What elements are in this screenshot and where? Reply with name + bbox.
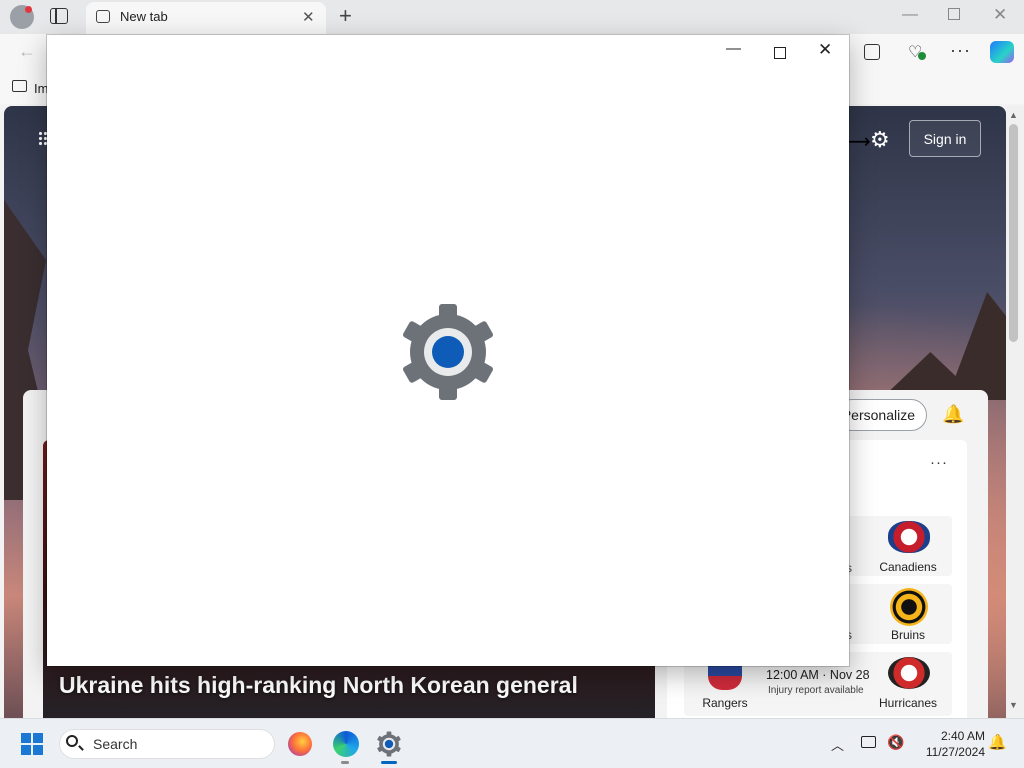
team-name: Hurricanes <box>878 696 938 710</box>
settings-minimize-button[interactable]: — <box>726 40 741 57</box>
team-name: Rangers <box>702 696 748 710</box>
team-name: Bruins <box>890 628 925 642</box>
settings-close-button[interactable]: ✕ <box>818 40 832 60</box>
volume-muted-icon[interactable]: 🔇 <box>887 734 904 751</box>
scroll-down-arrow-icon[interactable]: ▼ <box>1009 700 1018 710</box>
tab-close-icon[interactable]: ✕ <box>302 8 315 26</box>
notification-center-icon[interactable]: 🔔 <box>988 733 1007 751</box>
firefox-icon[interactable] <box>288 732 312 756</box>
profile-avatar[interactable] <box>10 5 34 29</box>
favorites-folder-icon[interactable] <box>12 80 27 92</box>
settings-gear-icon <box>403 304 493 400</box>
active-app-indicator <box>381 761 397 764</box>
show-hidden-icons-chevron-icon[interactable]: ︿ <box>831 735 844 754</box>
taskbar-search-box[interactable] <box>59 729 275 759</box>
settings-and-more-button[interactable]: ··· <box>950 40 971 61</box>
edge-icon[interactable] <box>333 731 359 757</box>
sign-in-button[interactable]: Sign in <box>909 120 981 157</box>
search-placeholder: Search <box>93 736 138 752</box>
rangers-logo-icon <box>708 662 742 690</box>
hurricanes-logo-icon <box>888 657 930 689</box>
browser-close-button[interactable]: ✕ <box>993 5 1007 25</box>
card-more-options-icon[interactable]: ··· <box>930 454 948 471</box>
back-button[interactable]: ← <box>18 41 36 62</box>
scroll-up-arrow-icon[interactable]: ▲ <box>1009 110 1018 120</box>
page-settings-icon[interactable]: ⚙ <box>870 127 890 153</box>
copilot-icon[interactable] <box>990 41 1014 63</box>
game-note: Injury report available <box>768 685 864 696</box>
tab-actions-icon[interactable] <box>50 8 68 24</box>
game-time: 12:00 AM · Nov 28 <box>766 668 870 682</box>
collections-icon[interactable] <box>864 44 880 60</box>
clock-time[interactable]: 2:40 AM <box>933 729 985 743</box>
network-icon[interactable] <box>861 736 876 748</box>
settings-taskbar-icon[interactable] <box>376 731 402 757</box>
notifications-bell-icon[interactable]: 🔔 <box>942 404 964 425</box>
search-icon <box>66 735 78 747</box>
scroll-thumb[interactable] <box>1009 124 1018 342</box>
running-indicator <box>341 761 349 764</box>
bruins-logo-icon <box>890 588 928 626</box>
status-ok-icon <box>918 52 926 60</box>
personalize-button[interactable]: Personalize <box>836 399 927 431</box>
browser-restore-button[interactable] <box>948 8 960 20</box>
team-name: Canadiens <box>879 560 937 574</box>
hero-story-headline[interactable]: Ukraine hits high-ranking North Korean g… <box>59 672 578 699</box>
new-tab-button[interactable]: + <box>339 3 352 29</box>
clock-date[interactable]: 11/27/2024 <box>916 745 985 759</box>
new-tab-page-icon <box>96 10 110 23</box>
canadiens-logo-icon <box>888 521 930 553</box>
tab-title: New tab <box>120 9 168 24</box>
browser-minimize-button[interactable]: — <box>902 6 918 24</box>
start-windows-icon[interactable] <box>21 733 43 755</box>
settings-maximize-button[interactable] <box>774 47 786 59</box>
